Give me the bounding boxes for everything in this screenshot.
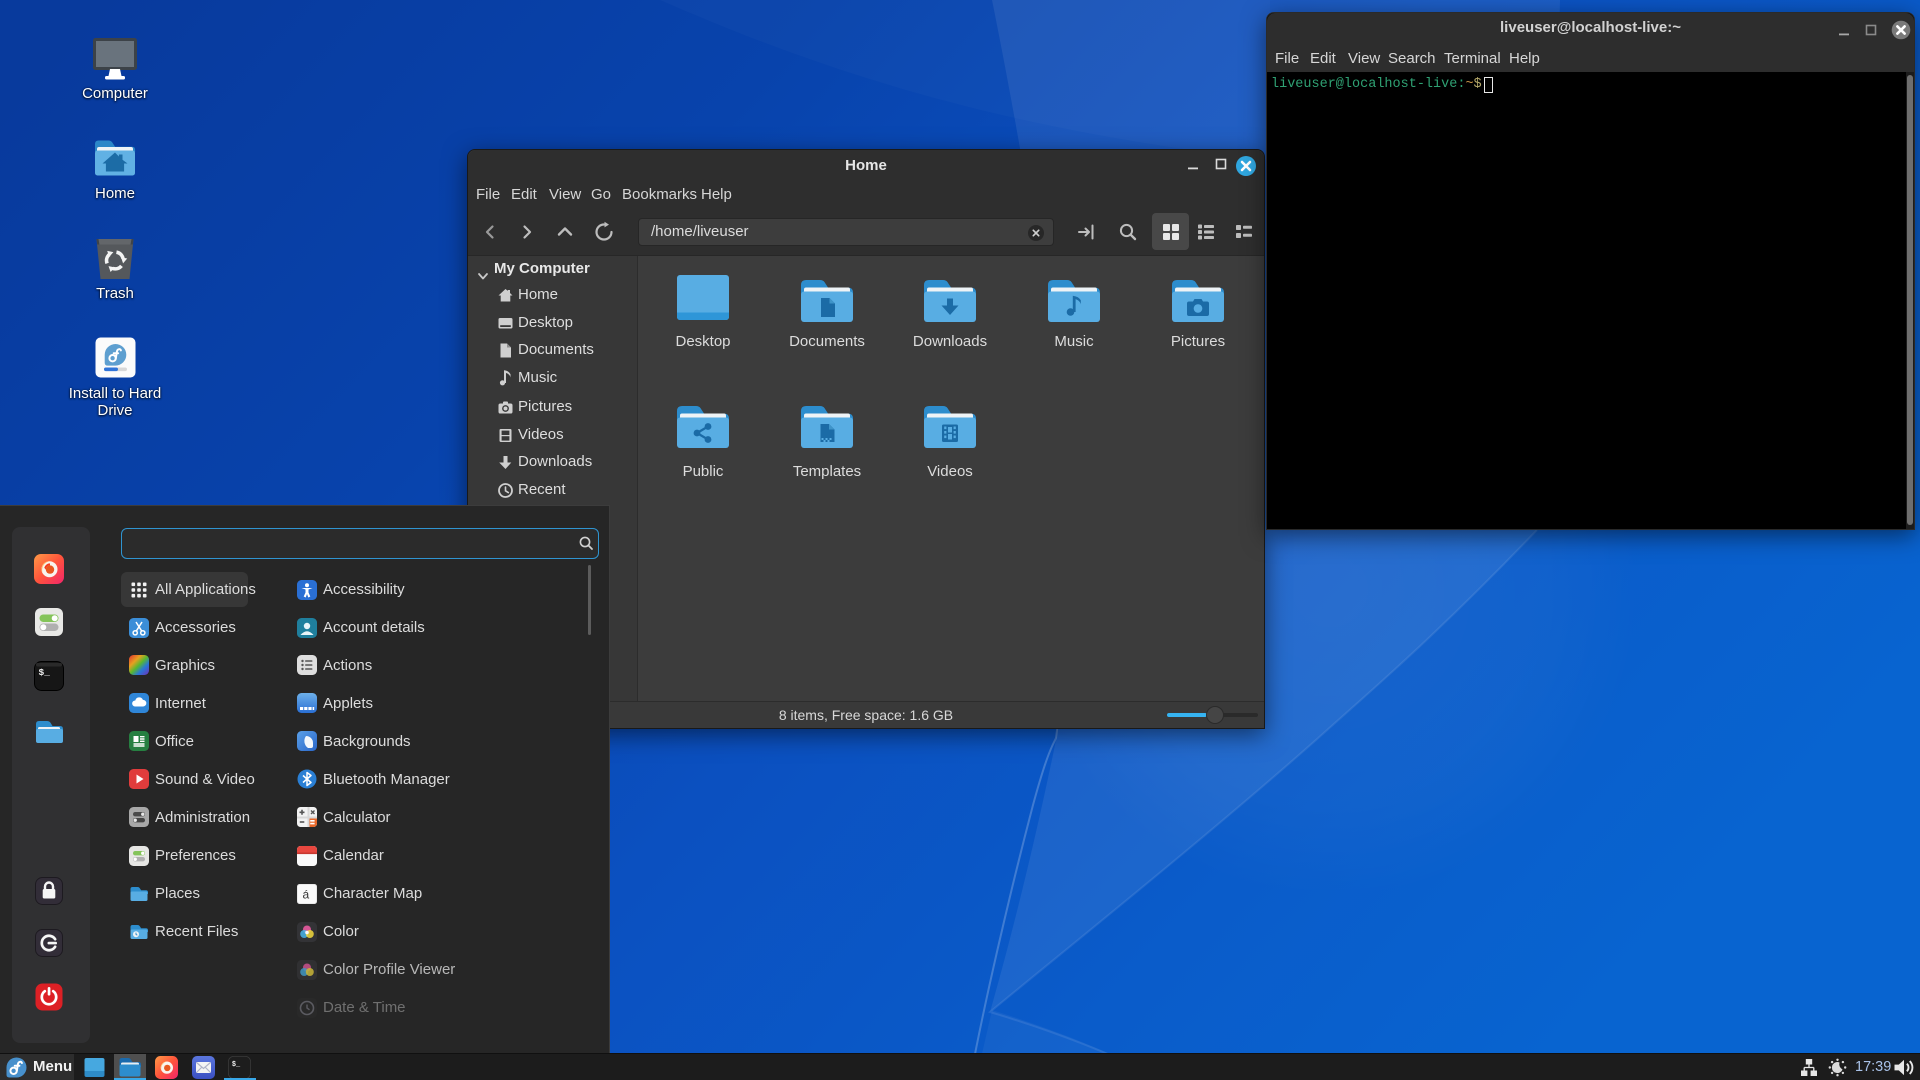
svg-text:á: á xyxy=(303,887,310,901)
svg-text:$_: $_ xyxy=(232,1061,241,1069)
svg-text:$_: $_ xyxy=(39,667,51,678)
